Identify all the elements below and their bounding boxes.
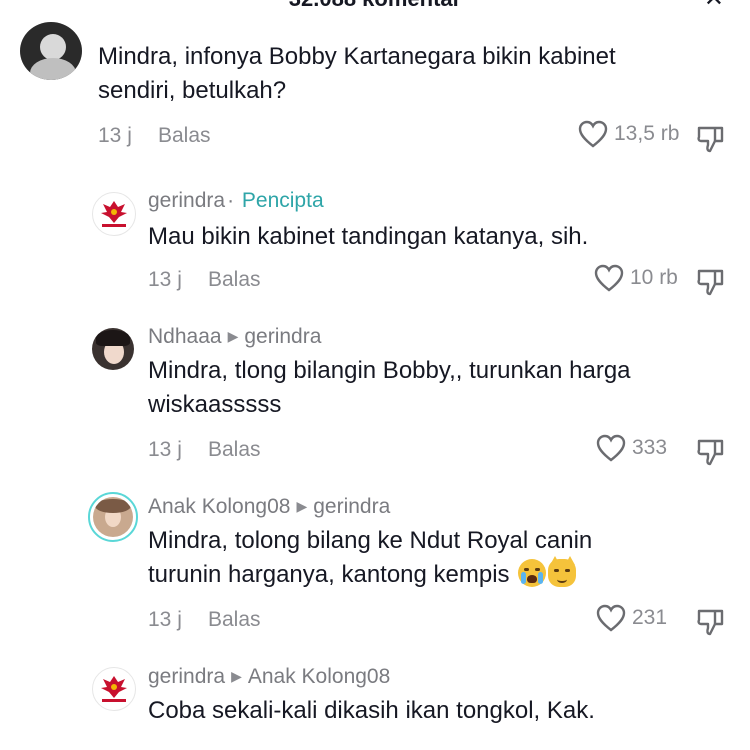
heart-icon bbox=[578, 120, 608, 148]
reply-button[interactable]: Balas bbox=[208, 438, 261, 462]
dislike-icon[interactable] bbox=[696, 437, 726, 467]
comment-time: 13 j bbox=[98, 124, 132, 147]
reply-arrow-icon: ▶ bbox=[231, 668, 242, 684]
reply-item: Ndhaaa ▶ gerindra Mindra, tlong bilangin B… bbox=[0, 310, 750, 480]
avatar[interactable] bbox=[92, 328, 134, 370]
reply-to-username[interactable]: Anak Kolong08 bbox=[248, 665, 390, 688]
username[interactable]: gerindra bbox=[148, 189, 225, 212]
reply-button[interactable]: Balas bbox=[158, 124, 211, 148]
comment-username[interactable]: Anak Kolong08 ▶ gerindra bbox=[148, 495, 390, 519]
separator-dot: · bbox=[227, 189, 235, 212]
comment-item: Mindra, infonya Bobby Kartanegara bikin … bbox=[0, 0, 750, 170]
crying-face-icon bbox=[518, 559, 547, 587]
like-count: 13,5 rb bbox=[614, 122, 680, 145]
reply-item: gerindra· Pencipta Mau bikin kabinet tan… bbox=[0, 170, 750, 310]
like-count: 231 bbox=[632, 606, 668, 629]
comment-text: Mindra, tlong bilangin Bobby,, turunkan … bbox=[148, 357, 631, 418]
heart-icon bbox=[596, 434, 626, 462]
comment-username[interactable]: gerindra· Pencipta bbox=[148, 189, 324, 213]
reply-arrow-icon: ▶ bbox=[227, 328, 239, 344]
creator-badge: Pencipta bbox=[241, 189, 324, 212]
like-button[interactable]: 10 rb bbox=[594, 264, 678, 292]
reply-to-username[interactable]: gerindra bbox=[244, 325, 321, 348]
comment-text: Coba sekali-kali dikasih ikan tongkol, K… bbox=[148, 697, 595, 724]
comment-username[interactable]: Ndhaaa ▶ gerindra bbox=[148, 325, 321, 349]
reply-item: Anak Kolong08 ▶ gerindra Mindra, tolong bi… bbox=[0, 480, 750, 650]
garuda-logo-icon bbox=[101, 201, 127, 227]
dislike-icon[interactable] bbox=[696, 607, 726, 637]
like-count: 333 bbox=[632, 436, 668, 459]
reply-arrow-icon: ▶ bbox=[296, 498, 308, 514]
comment-time: 13 j bbox=[148, 608, 182, 631]
reply-item: gerindra ▶ Anak Kolong08 Coba sekali-kali … bbox=[0, 650, 750, 750]
comment-time: 13 j bbox=[148, 438, 182, 461]
comment-time: 13 j bbox=[148, 268, 182, 291]
avatar-gerindra[interactable] bbox=[92, 192, 136, 236]
dislike-icon[interactable] bbox=[696, 267, 726, 297]
avatar-gerindra[interactable] bbox=[92, 667, 136, 711]
username[interactable]: Ndhaaa bbox=[148, 325, 222, 348]
like-button[interactable]: 231 bbox=[596, 604, 667, 632]
avatar[interactable] bbox=[88, 492, 138, 542]
like-button[interactable]: 13,5 rb bbox=[578, 120, 679, 148]
dislike-icon[interactable] bbox=[696, 124, 726, 154]
heart-icon bbox=[596, 604, 626, 632]
username[interactable]: Anak Kolong08 bbox=[148, 495, 290, 518]
comment-text-wrap: Mindra, tolong bilang ke Ndut Royal cani… bbox=[148, 524, 668, 592]
heart-icon bbox=[594, 264, 624, 292]
username[interactable]: gerindra bbox=[148, 665, 225, 688]
avatar[interactable] bbox=[20, 22, 82, 80]
cat-face-icon bbox=[548, 556, 577, 587]
reply-to-username[interactable]: gerindra bbox=[313, 495, 390, 518]
comment-text: Mindra, infonya Bobby Kartanegara bikin … bbox=[98, 43, 616, 104]
garuda-logo-icon bbox=[101, 676, 127, 702]
comment-text: Mau bikin kabinet tandingan katanya, sih… bbox=[148, 223, 589, 250]
like-count: 10 rb bbox=[630, 266, 678, 289]
reply-button[interactable]: Balas bbox=[208, 608, 261, 632]
reply-button[interactable]: Balas bbox=[208, 268, 261, 292]
comment-username[interactable]: gerindra ▶ Anak Kolong08 bbox=[148, 665, 390, 689]
like-button[interactable]: 333 bbox=[596, 434, 667, 462]
